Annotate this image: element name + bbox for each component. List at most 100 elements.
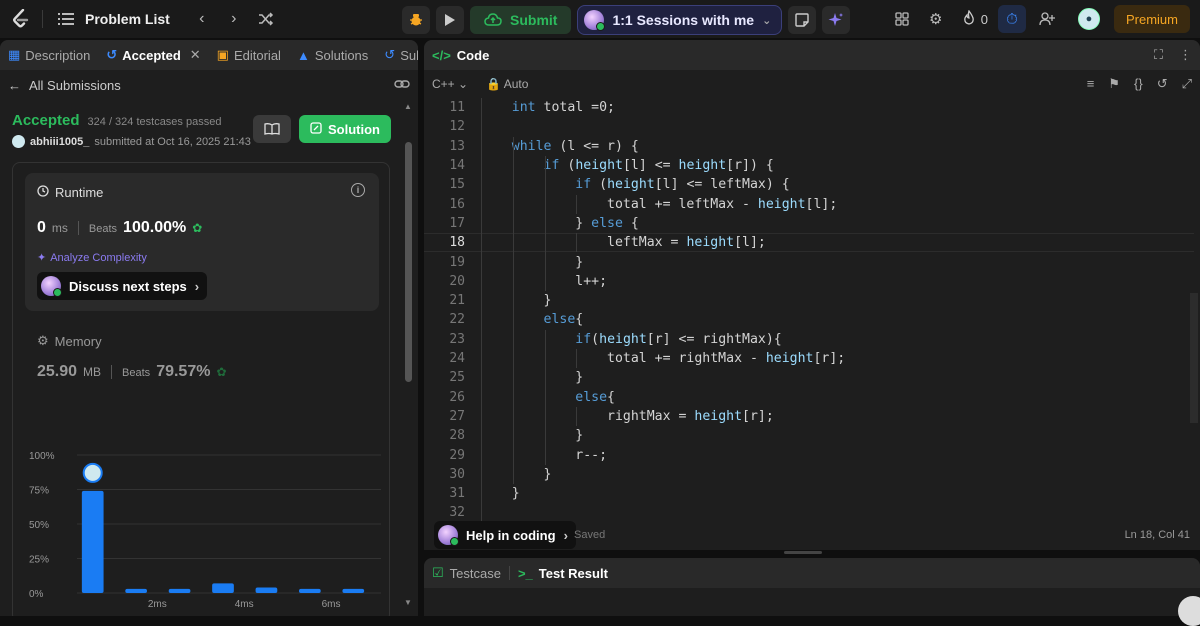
tab-submissions[interactable]: ↺ Sub xyxy=(376,40,418,70)
scroll-down-icon[interactable]: ▼ xyxy=(404,598,413,607)
cloud-upload-icon xyxy=(484,13,502,26)
chart-bar[interactable] xyxy=(168,588,191,593)
close-tab-icon[interactable]: ✕ xyxy=(190,47,201,63)
code-line[interactable]: 11 int total =0; xyxy=(424,98,1194,117)
add-friend-icon[interactable] xyxy=(1030,0,1064,38)
x-tick-label: 6ms xyxy=(322,599,341,610)
code-line[interactable]: 27 rightMax = height[r]; xyxy=(424,407,1194,426)
tab-editorial[interactable]: ▣ Editorial xyxy=(209,40,289,70)
more-icon[interactable]: ⋮ xyxy=(1179,47,1192,63)
line-number: 30 xyxy=(449,466,465,482)
code-text: } xyxy=(480,486,520,502)
shuffle-icon[interactable] xyxy=(250,6,282,32)
code-line[interactable]: 17 } else { xyxy=(424,214,1194,233)
braces-icon[interactable]: {} xyxy=(1134,76,1143,92)
maximize-icon[interactable]: ⛶ xyxy=(1154,47,1163,63)
code-line[interactable]: 20 l++; xyxy=(424,272,1194,291)
leetcode-logo-icon[interactable] xyxy=(10,8,32,30)
premium-button[interactable]: Premium xyxy=(1113,5,1190,33)
prev-problem-icon[interactable]: ‹ xyxy=(186,6,218,32)
code-line[interactable]: 12 xyxy=(424,117,1194,136)
code-line[interactable]: 31 } xyxy=(424,484,1194,503)
code-line[interactable]: 24 total += rightMax - height[r]; xyxy=(424,349,1194,368)
discuss-next-steps-button[interactable]: Discuss next steps › xyxy=(37,272,208,300)
format-icon[interactable]: ≡ xyxy=(1087,76,1095,92)
history-icon: ↺ xyxy=(106,47,118,62)
bookmark-icon[interactable]: ⚑ xyxy=(1108,76,1120,92)
code-line[interactable]: 32 xyxy=(424,503,1194,522)
code-line[interactable]: 30 } xyxy=(424,465,1194,484)
tab-accepted[interactable]: ↺ Accepted ✕ xyxy=(98,40,208,70)
sessions-button[interactable]: 1:1 Sessions with me ⌄ xyxy=(577,5,783,35)
streak-counter[interactable]: 0 xyxy=(953,9,998,28)
submit-button[interactable]: Submit xyxy=(470,6,572,34)
debug-icon[interactable] xyxy=(402,6,430,34)
help-in-coding-button[interactable]: Help in coding › xyxy=(434,521,576,549)
code-line[interactable]: 15 if (height[l] <= leftMax) { xyxy=(424,175,1194,194)
code-area[interactable]: 11 int total =0; 12 13 while (l <= r) {14 … xyxy=(424,98,1200,523)
chart-bar[interactable] xyxy=(212,583,234,593)
panel-scrollbar[interactable] xyxy=(405,142,412,382)
code-tab-label[interactable]: Code xyxy=(457,48,490,63)
analyze-complexity-link[interactable]: ✦ Analyze Complexity xyxy=(37,251,147,265)
indent-guide xyxy=(544,155,546,291)
code-scrollbar[interactable] xyxy=(1188,100,1200,510)
line-number: 29 xyxy=(449,447,465,463)
code-line[interactable]: 13 while (l <= r) { xyxy=(424,137,1194,156)
list-icon[interactable] xyxy=(55,8,77,30)
info-icon[interactable]: i xyxy=(351,183,365,197)
mode-toggle[interactable]: 🔒 Auto xyxy=(486,77,528,91)
scroll-up-icon[interactable]: ▲ xyxy=(404,102,413,111)
gear-icon[interactable]: ⚙ xyxy=(919,0,953,38)
problem-list-link[interactable]: Problem List xyxy=(85,11,170,27)
indent-guide xyxy=(481,98,482,523)
link-icon[interactable] xyxy=(394,78,410,93)
x-tick-label: 4ms xyxy=(235,599,254,610)
floating-assistant-avatar[interactable] xyxy=(1178,596,1200,626)
chevron-down-icon: ⌄ xyxy=(762,14,772,27)
code-line[interactable]: 19 } xyxy=(424,252,1194,271)
note-icon[interactable] xyxy=(788,6,817,34)
timer-icon[interactable]: ⏱ xyxy=(997,5,1026,33)
tab-description[interactable]: ▦ Description xyxy=(0,40,98,70)
code-line[interactable]: 25 } xyxy=(424,368,1194,387)
expand-icon[interactable]: ⤢ xyxy=(1182,76,1192,92)
code-line[interactable]: 23 if(height[r] <= rightMax){ xyxy=(424,330,1194,349)
all-submissions-link[interactable]: ← All Submissions xyxy=(8,78,121,93)
reset-icon[interactable]: ↺ xyxy=(1157,76,1168,92)
code-line[interactable]: 22 else{ xyxy=(424,310,1194,329)
open-book-icon[interactable] xyxy=(253,115,291,143)
chart-bar[interactable] xyxy=(342,588,365,593)
mode-label: Auto xyxy=(503,77,529,91)
memory-card[interactable]: ⚙ Memory 25.90 MB Beats 79.57% ✿ xyxy=(37,333,227,381)
tab-testcase[interactable]: ☑ Testcase xyxy=(432,565,501,581)
code-line[interactable]: 28 } xyxy=(424,426,1194,445)
submitted-at: submitted at Oct 16, 2025 21:43 xyxy=(94,135,251,148)
write-solution-button[interactable]: Solution xyxy=(299,115,391,143)
submitter-username[interactable]: abhiii1005_ xyxy=(30,136,89,148)
chart-bar[interactable] xyxy=(81,490,104,593)
code-line[interactable]: 21 } xyxy=(424,291,1194,310)
distribution-chart[interactable]: 100% 75% 50% 25% 0% 2ms 4ms 6ms xyxy=(29,413,389,613)
run-icon[interactable] xyxy=(436,6,464,34)
code-line[interactable]: 18 leftMax = height[l]; xyxy=(424,233,1194,253)
user-avatar[interactable]: ● xyxy=(1077,8,1100,30)
tab-test-result[interactable]: >_ Test Result xyxy=(518,566,608,581)
runtime-card[interactable]: Runtime i 0 ms Beats 100.00% ✿ ✦ Analyze… xyxy=(25,173,379,311)
sparkle-ai-icon[interactable] xyxy=(822,6,851,34)
code-line[interactable]: 26 else{ xyxy=(424,388,1194,407)
code-line[interactable]: 29 r--; xyxy=(424,445,1194,464)
save-status: Saved xyxy=(574,529,606,541)
chart-bar[interactable] xyxy=(125,588,147,593)
layout-grid-icon[interactable] xyxy=(885,0,919,38)
line-number: 27 xyxy=(449,408,465,424)
panel-resize-handle[interactable] xyxy=(784,551,822,554)
code-line[interactable]: 14 if (height[l] <= height[r]) { xyxy=(424,156,1194,175)
next-problem-icon[interactable]: › xyxy=(218,6,250,32)
code-line[interactable]: 16 total += leftMax - height[l]; xyxy=(424,195,1194,214)
language-select[interactable]: C++ ⌄ xyxy=(432,77,468,91)
tab-solutions[interactable]: ▲ Solutions xyxy=(289,40,376,70)
chart-bar[interactable] xyxy=(255,587,278,593)
sparkle-icon: ✦ xyxy=(37,252,47,264)
chart-bar[interactable] xyxy=(299,588,321,593)
